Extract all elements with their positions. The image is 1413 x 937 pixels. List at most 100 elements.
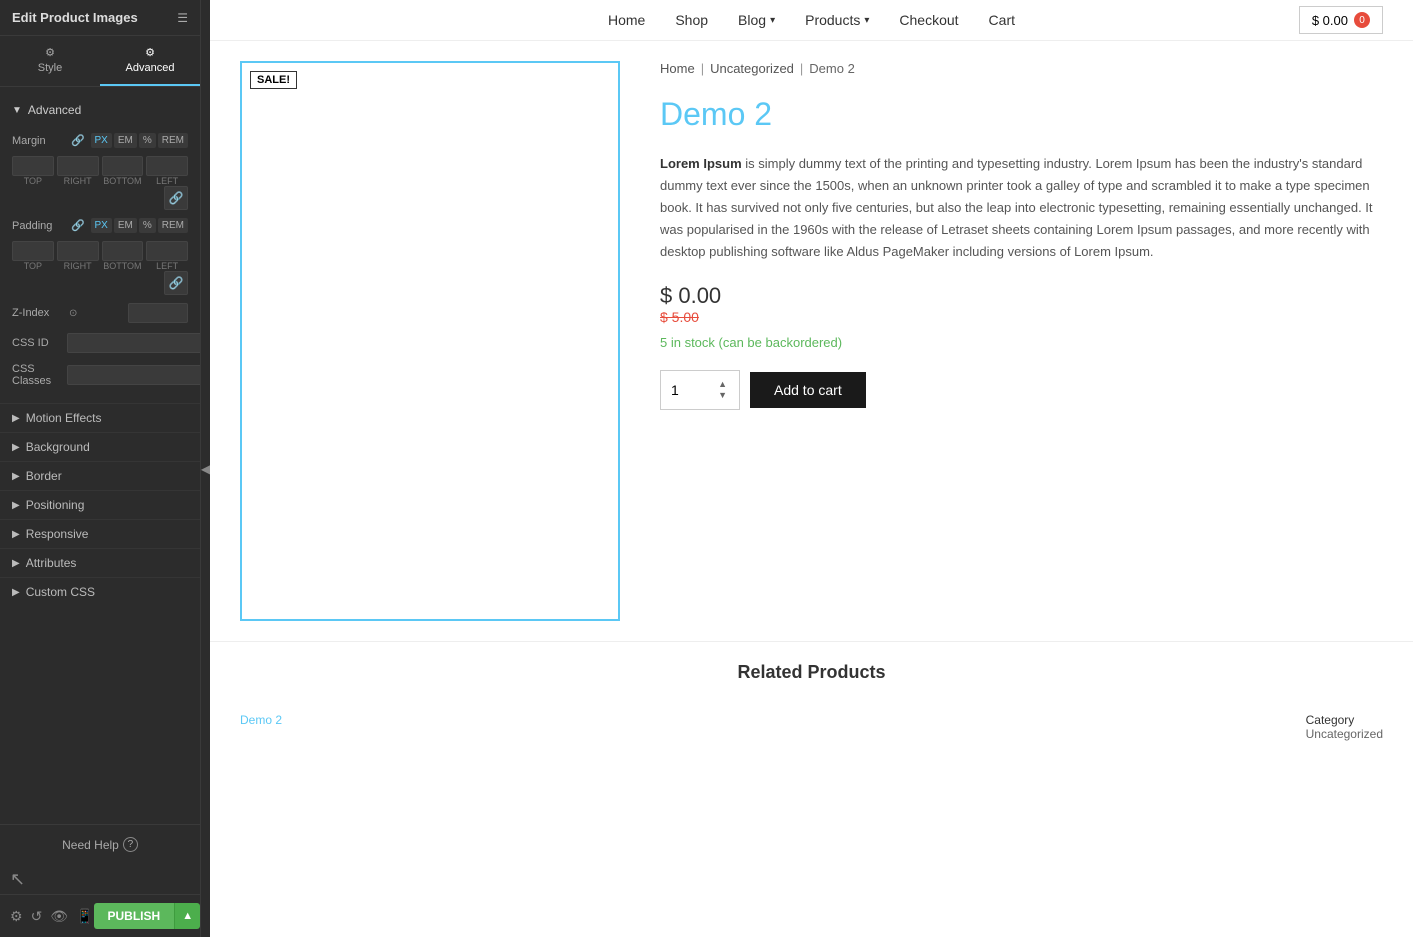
padding-bottom-group: BOTTOM — [102, 241, 144, 271]
margin-units: PX EM % REM — [91, 133, 188, 148]
panel-tabs: ⚙ Style ⚙ Advanced — [0, 36, 200, 87]
positioning-arrow: ▶ — [12, 500, 20, 511]
margin-right-field[interactable] — [58, 157, 98, 175]
margin-top-label: TOP — [24, 176, 42, 186]
add-to-cart-row: ▲ ▼ Add to cart — [660, 370, 1373, 410]
custom-css-section[interactable]: ▶ Custom CSS — [0, 577, 200, 606]
margin-inputs: TOP RIGHT BOTTOM — [12, 156, 188, 186]
nav-cart[interactable]: Cart — [989, 12, 1015, 28]
description-bold: Lorem Ipsum — [660, 156, 742, 171]
margin-row: Margin 🔗 PX EM % REM — [12, 133, 188, 148]
padding-bottom-input[interactable] — [102, 241, 144, 261]
cart-button[interactable]: $ 0.00 0 — [1299, 6, 1383, 34]
motion-effects-section[interactable]: ▶ Motion Effects — [0, 403, 200, 432]
margin-left-field[interactable] — [147, 157, 187, 175]
responsive-arrow: ▶ — [12, 529, 20, 540]
publish-arrow-button[interactable]: ▲ — [174, 903, 200, 929]
padding-left-group: LEFT — [146, 241, 188, 271]
margin-unit-em[interactable]: EM — [114, 133, 137, 148]
nav-checkout[interactable]: Checkout — [899, 12, 958, 28]
tab-advanced[interactable]: ⚙ Advanced — [100, 36, 200, 86]
responsive-icon[interactable]: 📱 — [76, 908, 93, 925]
cart-badge: 0 — [1354, 12, 1370, 28]
bottom-icons: ⚙ ↺ 👁 📱 — [10, 908, 94, 925]
collapse-icon: ◀ — [201, 462, 210, 476]
product-meta-area: Demo 2 Category Uncategorized — [210, 703, 1413, 751]
padding-bottom-field[interactable] — [103, 242, 143, 260]
publish-btn-group: PUBLISH ▲ — [94, 903, 201, 929]
background-section[interactable]: ▶ Background — [0, 432, 200, 461]
tab-style[interactable]: ⚙ Style — [0, 36, 100, 86]
margin-bottom-field[interactable] — [103, 157, 143, 175]
margin-unit-rem[interactable]: REM — [158, 133, 188, 148]
right-content: Home Shop Blog ▾ Products ▾ Checkout Car… — [210, 0, 1413, 937]
padding-unit-rem[interactable]: REM — [158, 218, 188, 233]
margin-unit-percent[interactable]: % — [139, 133, 156, 148]
publish-button[interactable]: PUBLISH — [94, 903, 175, 929]
padding-left-field[interactable] — [147, 242, 187, 260]
padding-top-field[interactable] — [13, 242, 53, 260]
padding-unit-percent[interactable]: % — [139, 218, 156, 233]
margin-top-group: TOP — [12, 156, 54, 186]
margin-left-group: LEFT — [146, 156, 188, 186]
padding-left-label: LEFT — [156, 261, 178, 271]
responsive-section[interactable]: ▶ Responsive — [0, 519, 200, 548]
top-nav-wrapper: Home Shop Blog ▾ Products ▾ Checkout Car… — [210, 0, 1413, 41]
margin-left-input[interactable] — [146, 156, 188, 176]
padding-link-toggle[interactable]: 🔗 — [164, 271, 188, 295]
nav-home[interactable]: Home — [608, 12, 645, 28]
price-area: $ 0.00 $ 5.00 — [660, 283, 1373, 325]
padding-top-input[interactable] — [12, 241, 54, 261]
zindex-input[interactable] — [134, 307, 182, 319]
left-panel: Edit Product Images ☰ ⚙ Style ⚙ Advanced… — [0, 0, 200, 937]
attributes-label: Attributes — [26, 556, 77, 570]
bottom-bar: ⚙ ↺ 👁 📱 PUBLISH ▲ — [0, 894, 200, 937]
cart-count: 0 — [1359, 15, 1365, 26]
margin-link-toggle[interactable]: 🔗 — [164, 186, 188, 210]
qty-down-button[interactable]: ▼ — [716, 390, 729, 401]
panel-content: ▼ Advanced Margin 🔗 PX EM % REM — [0, 87, 200, 824]
settings-icon[interactable]: ⚙ — [10, 908, 23, 925]
padding-top-label: TOP — [24, 261, 42, 271]
padding-units: PX EM % REM — [91, 218, 188, 233]
need-help[interactable]: Need Help ? — [12, 837, 188, 852]
advanced-section-header[interactable]: ▼ Advanced — [0, 95, 200, 125]
breadcrumb-home[interactable]: Home — [660, 61, 695, 76]
margin-right-group: RIGHT — [57, 156, 99, 186]
related-section: Related Products — [210, 641, 1413, 703]
add-to-cart-button[interactable]: Add to cart — [750, 372, 866, 408]
history-icon[interactable]: ↺ — [31, 908, 43, 925]
style-icon: ⚙ — [45, 46, 55, 59]
preview-icon[interactable]: 👁 — [50, 908, 68, 925]
breadcrumb-category[interactable]: Uncategorized — [710, 61, 794, 76]
attributes-section[interactable]: ▶ Attributes — [0, 548, 200, 577]
css-id-input[interactable] — [67, 333, 200, 353]
qty-up-button[interactable]: ▲ — [716, 379, 729, 390]
product-tag-link[interactable]: Demo 2 — [240, 713, 282, 727]
padding-unit-em[interactable]: EM — [114, 218, 137, 233]
breadcrumb-sep-1: | — [701, 61, 704, 76]
margin-label: Margin — [12, 135, 67, 147]
margin-unit-px[interactable]: PX — [91, 133, 112, 148]
positioning-section[interactable]: ▶ Positioning — [0, 490, 200, 519]
nav-shop[interactable]: Shop — [675, 12, 708, 28]
padding-left-input[interactable] — [146, 241, 188, 261]
menu-icon[interactable]: ☰ — [177, 11, 188, 25]
nav-blog[interactable]: Blog ▾ — [738, 12, 775, 28]
margin-top-input[interactable] — [12, 156, 54, 176]
stock-info: 5 in stock (can be backordered) — [660, 335, 1373, 350]
border-section[interactable]: ▶ Border — [0, 461, 200, 490]
margin-right-input[interactable] — [57, 156, 99, 176]
padding-right-input[interactable] — [57, 241, 99, 261]
product-details: Home | Uncategorized | Demo 2 Demo 2 Lor… — [650, 61, 1383, 621]
category-meta-value: Uncategorized — [1306, 727, 1383, 741]
padding-unit-px[interactable]: PX — [91, 218, 112, 233]
margin-top-field[interactable] — [13, 157, 53, 175]
css-classes-input[interactable] — [67, 365, 200, 385]
nav-products[interactable]: Products ▾ — [805, 12, 869, 28]
padding-right-field[interactable] — [58, 242, 98, 260]
current-price: $ 0.00 — [660, 283, 1373, 309]
margin-bottom-input[interactable] — [102, 156, 144, 176]
quantity-input[interactable] — [671, 382, 711, 398]
panel-collapse-handle[interactable]: ◀ — [200, 0, 210, 937]
